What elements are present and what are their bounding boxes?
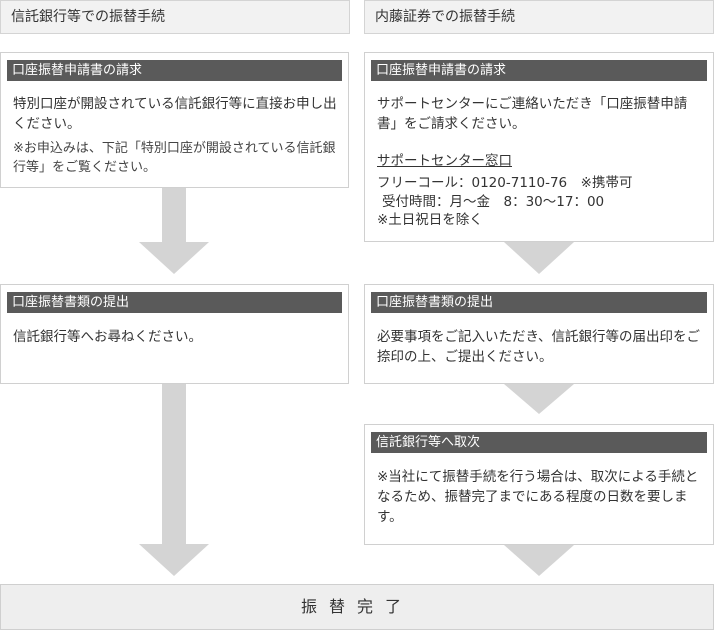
right-step1-title: 口座振替申請書の請求 <box>371 60 707 81</box>
left-step1-note: ※お申込みは、下記「特別口座が開設されている信託銀行等」をご覧ください。 <box>13 141 336 175</box>
right-step3-title: 信託銀行等へ取次 <box>371 432 707 453</box>
free-call-line: フリーコール：0120-7110-76 ※携帯可 <box>377 175 633 191</box>
right-step1-body: サポートセンターにご連絡いただき「口座振替申請書」をご請求ください。 <box>377 96 688 132</box>
left-arrow-1 <box>139 188 209 274</box>
transfer-complete-label: 振替完了 <box>300 597 413 616</box>
left-step1-title: 口座振替申請書の請求 <box>7 60 342 81</box>
business-hours-line: 受付時間：月～金 8：30～17：00 <box>382 194 605 210</box>
right-step3-card: 信託銀行等へ取次 ※当社にて振替手続を行う場合は、取次による手続となるため、振替… <box>364 424 714 545</box>
left-step1-card: 口座振替申請書の請求 特別口座が開設されている信託銀行等に直接お申し出ください。… <box>0 52 349 188</box>
left-column-header: 信託銀行等での振替手続 <box>0 0 350 34</box>
right-step2-body: 必要事項をご記入いただき、信託銀行等の届出印をご捺印の上、ご提出ください。 <box>377 329 701 365</box>
left-step1-body: 特別口座が開設されている信託銀行等に直接お申し出ください。 <box>13 96 337 132</box>
left-arrow-2 <box>139 384 209 576</box>
transfer-complete-bar: 振替完了 <box>0 584 714 630</box>
right-step3-body: ※当社にて振替手続を行う場合は、取次による手続となるため、振替完了までにある程度… <box>377 469 699 525</box>
left-step2-body: 信託銀行等へお尋ねください。 <box>13 329 202 345</box>
left-step2-title: 口座振替書類の提出 <box>7 292 342 313</box>
holiday-note-line: ※土日祝日を除く <box>377 212 483 228</box>
right-step2-title: 口座振替書類の提出 <box>371 292 707 313</box>
right-step1-card: 口座振替申請書の請求 サポートセンターにご連絡いただき「口座振替申請書」をご請求… <box>364 52 714 242</box>
right-column-header: 内藤証券での振替手続 <box>364 0 714 34</box>
right-step2-card: 口座振替書類の提出 必要事項をご記入いただき、信託銀行等の届出印をご捺印の上、ご… <box>364 284 714 384</box>
right-column-header-label: 内藤証券での振替手続 <box>375 9 515 25</box>
left-column-header-label: 信託銀行等での振替手続 <box>11 9 165 25</box>
right-arrow-2 <box>504 384 574 414</box>
right-arrow-1 <box>504 242 574 274</box>
support-center-heading: サポートセンター窓口 <box>377 153 512 169</box>
left-step2-card: 口座振替書類の提出 信託銀行等へお尋ねください。 <box>0 284 349 384</box>
right-arrow-3 <box>504 545 574 576</box>
